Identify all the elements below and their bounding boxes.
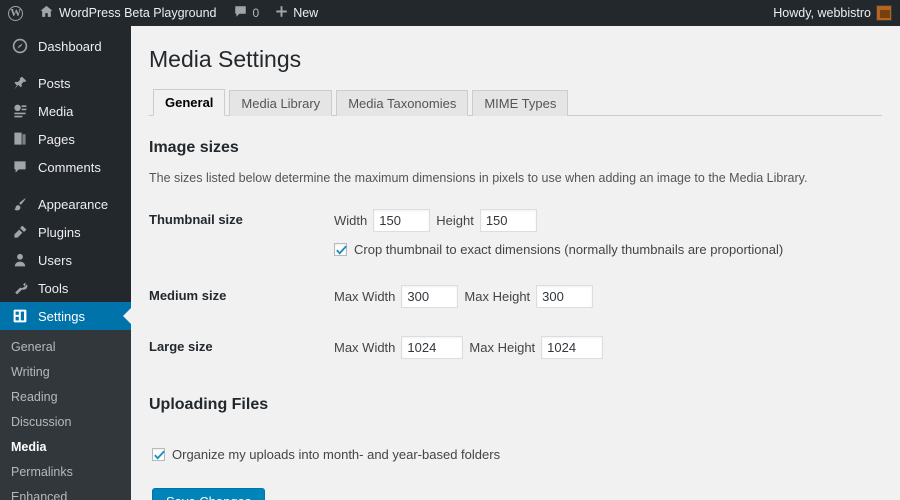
thumbnail-height-input[interactable]	[479, 209, 537, 233]
sidebar-label: Users	[38, 252, 72, 268]
sidebar-item-comments[interactable]: Comments	[0, 153, 131, 181]
large-width-label: Max Width	[334, 340, 396, 356]
table-row: Medium size Max Width Max Height	[149, 271, 882, 322]
dashboard-icon	[11, 37, 29, 55]
crop-thumbnail-checkbox[interactable]	[334, 243, 347, 257]
submenu-item-writing[interactable]: Writing	[0, 360, 131, 385]
settings-tabs: General Media Library Media Taxonomies M…	[149, 88, 882, 116]
comment-count: 0	[252, 6, 260, 20]
new-label: New	[293, 6, 319, 20]
thumbnail-size-fields: Width Height Crop thumbnail to exact dim…	[334, 195, 882, 271]
table-row: Large size Max Width Max Height	[149, 322, 882, 373]
tab-mime-types[interactable]: MIME Types	[472, 89, 569, 116]
comments-menu[interactable]: 0	[225, 0, 268, 26]
crop-thumbnail-row[interactable]: Crop thumbnail to exact dimensions (norm…	[334, 242, 872, 257]
large-height-input[interactable]	[541, 336, 604, 360]
site-name-menu[interactable]: WordPress Beta Playground	[31, 0, 225, 26]
wordpress-logo-icon: W	[8, 5, 23, 21]
sidebar-separator	[0, 60, 131, 69]
wrench-icon	[11, 279, 29, 297]
sidebar-label: Plugins	[38, 224, 81, 240]
submenu-item-reading[interactable]: Reading	[0, 385, 131, 410]
howdy-label: Howdy, webbistro	[773, 6, 871, 20]
image-sizes-heading: Image sizes	[149, 138, 239, 156]
medium-width-input[interactable]	[401, 285, 459, 309]
organize-uploads-row[interactable]: Organize my uploads into month- and year…	[152, 447, 882, 462]
settings-icon	[11, 307, 29, 325]
submenu-item-general[interactable]: General	[0, 335, 131, 360]
wordpress-logo-menu[interactable]: W	[0, 0, 31, 26]
sidebar-separator	[0, 181, 131, 190]
sidebar-label: Tools	[38, 280, 69, 296]
large-dimension-row: Max Width Max Height	[334, 336, 872, 360]
image-sizes-table: Thumbnail size Width Height Crop thumbna…	[149, 195, 882, 373]
sidebar-label: Comments	[38, 159, 101, 175]
brush-icon	[11, 195, 29, 213]
sidebar-item-posts[interactable]: Posts	[0, 69, 131, 97]
thumbnail-width-input[interactable]	[373, 209, 431, 233]
tab-media-taxonomies[interactable]: Media Taxonomies	[336, 89, 469, 116]
pin-icon	[11, 74, 29, 92]
sidebar-item-tools[interactable]: Tools	[0, 274, 131, 302]
admin-sidebar: Dashboard Posts Media Pages Comments App…	[0, 26, 131, 500]
thumbnail-height-label: Height	[436, 213, 474, 229]
comments-icon	[11, 158, 29, 176]
save-changes-button[interactable]: Save Changes	[152, 487, 266, 500]
organize-uploads-checkbox[interactable]	[152, 447, 165, 461]
sidebar-item-users[interactable]: Users	[0, 246, 131, 274]
medium-height-label: Max Height	[464, 289, 531, 305]
main-content: Media Settings General Media Library Med…	[131, 26, 900, 500]
sidebar-item-appearance[interactable]: Appearance	[0, 190, 131, 218]
comment-bubble-icon	[233, 4, 248, 22]
submenu-item-media[interactable]: Media	[0, 435, 131, 460]
my-account-menu[interactable]: Howdy, webbistro	[765, 0, 900, 26]
thumbnail-size-label: Thumbnail size	[149, 212, 243, 228]
medium-size-fields: Max Width Max Height	[334, 271, 882, 322]
crop-thumbnail-label: Crop thumbnail to exact dimensions (norm…	[354, 242, 784, 258]
plugins-icon	[11, 223, 29, 241]
medium-width-label: Max Width	[334, 289, 396, 305]
sidebar-item-settings[interactable]: Settings	[0, 302, 131, 330]
submenu-item-enhanced-media-library[interactable]: Enhanced Media Library	[0, 485, 100, 500]
table-row: Thumbnail size Width Height Crop thumbna…	[149, 195, 882, 271]
sidebar-item-pages[interactable]: Pages	[0, 125, 131, 153]
tab-general[interactable]: General	[153, 88, 226, 116]
large-size-label: Large size	[149, 339, 213, 355]
uploading-files-heading: Uploading Files	[149, 396, 269, 414]
admin-bar-spacer	[326, 0, 765, 26]
sidebar-label: Media	[38, 103, 74, 119]
users-icon	[11, 251, 29, 269]
thumbnail-dimension-row: Width Height	[334, 209, 872, 233]
sidebar-item-plugins[interactable]: Plugins	[0, 218, 131, 246]
medium-height-input[interactable]	[536, 285, 594, 309]
sidebar-item-dashboard[interactable]: Dashboard	[0, 32, 131, 60]
sidebar-label: Posts	[38, 75, 71, 91]
thumbnail-width-label: Width	[334, 213, 368, 229]
settings-submenu: General Writing Reading Discussion Media…	[0, 330, 131, 500]
medium-size-label: Medium size	[149, 288, 227, 304]
sidebar-label: Pages	[38, 131, 75, 147]
sidebar-item-media[interactable]: Media	[0, 97, 131, 125]
large-width-input[interactable]	[401, 336, 464, 360]
organize-uploads-label: Organize my uploads into month- and year…	[172, 446, 501, 462]
media-icon	[11, 102, 29, 120]
submenu-item-permalinks[interactable]: Permalinks	[0, 460, 131, 485]
admin-bar: W WordPress Beta Playground 0 New Howdy,…	[0, 0, 900, 26]
sidebar-label: Dashboard	[38, 38, 102, 54]
tab-media-library[interactable]: Media Library	[229, 89, 333, 116]
submenu-item-discussion[interactable]: Discussion	[0, 410, 131, 435]
medium-dimension-row: Max Width Max Height	[334, 285, 872, 309]
large-height-label: Max Height	[469, 340, 536, 356]
sidebar-label: Settings	[38, 308, 85, 324]
new-content-menu[interactable]: New	[267, 0, 326, 26]
plus-icon	[275, 5, 288, 21]
large-size-fields: Max Width Max Height	[334, 322, 882, 373]
sidebar-label: Appearance	[38, 196, 109, 212]
image-sizes-description: The sizes listed below determine the max…	[149, 171, 808, 186]
avatar	[876, 5, 892, 21]
pages-icon	[11, 130, 29, 148]
page-title: Media Settings	[149, 46, 302, 72]
site-name-label: WordPress Beta Playground	[59, 6, 217, 20]
home-icon	[39, 4, 54, 22]
